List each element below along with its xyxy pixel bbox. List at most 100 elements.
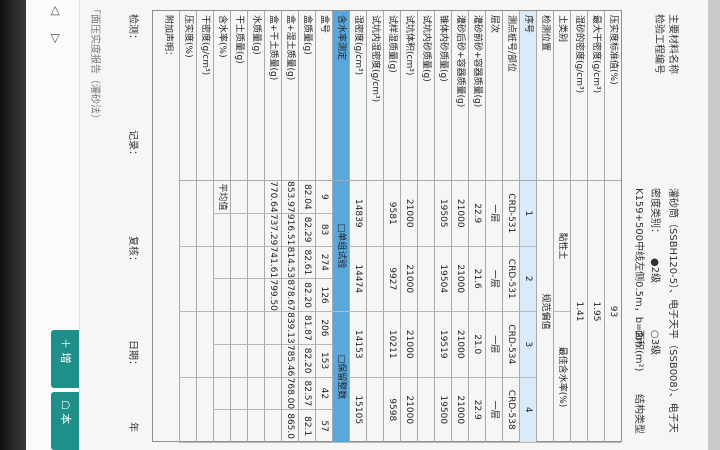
table-cell[interactable]: 9927 [383, 246, 400, 312]
table-cell[interactable]: 4 [519, 377, 536, 443]
table-cell[interactable]: 741.61 [264, 246, 281, 280]
table-cell[interactable] [196, 312, 213, 378]
table-cell[interactable] [247, 181, 264, 214]
table-cell[interactable]: 82.20 [298, 344, 315, 378]
table-cell[interactable] [213, 377, 230, 411]
table-cell[interactable]: 81.87 [298, 312, 315, 345]
table-cell[interactable]: 42 [315, 377, 332, 411]
table-cell[interactable]: 21000 [400, 246, 417, 312]
table-cell[interactable] [417, 181, 434, 247]
table-cell[interactable] [247, 213, 264, 247]
table-cell[interactable]: 770.64 [264, 181, 281, 214]
table-cell[interactable]: 21000 [400, 181, 417, 247]
table-cell[interactable]: CRD-531 [502, 246, 519, 312]
table-cell[interactable]: 1.41 [570, 181, 587, 443]
table-cell[interactable] [213, 344, 230, 378]
table-cell[interactable] [230, 377, 247, 411]
table-cell[interactable]: 最佳含水率(%) [553, 312, 570, 443]
table-cell[interactable] [196, 377, 213, 443]
table-cell[interactable] [417, 312, 434, 378]
table-cell[interactable]: 21000 [400, 377, 417, 443]
table-cell[interactable]: 916.51 [281, 213, 298, 247]
table-cell[interactable] [417, 246, 434, 312]
table-cell[interactable]: 93 [604, 181, 621, 443]
table-cell[interactable] [230, 312, 247, 345]
table-cell[interactable] [179, 312, 196, 378]
table-cell[interactable]: 82.20 [298, 279, 315, 312]
table-cell[interactable]: 2 [519, 246, 536, 312]
table-cell[interactable]: 21000 [400, 312, 417, 378]
table-cell[interactable]: 737.29 [264, 213, 281, 247]
table-cell[interactable]: 一层 [485, 246, 502, 312]
table-cell[interactable] [264, 312, 281, 345]
table-cell[interactable] [230, 246, 247, 280]
table-cell[interactable]: 57 [315, 410, 332, 443]
table-cell[interactable] [366, 181, 383, 247]
table-cell[interactable] [247, 377, 264, 411]
table-cell[interactable] [366, 377, 383, 443]
table-cell[interactable]: 82.57 [298, 377, 315, 411]
table-cell[interactable]: □保留整数 [332, 312, 349, 443]
table-cell[interactable]: 3 [519, 312, 536, 378]
table-cell[interactable]: 1 [519, 181, 536, 247]
table-cell[interactable]: 10211 [383, 312, 400, 378]
table-cell[interactable] [247, 344, 264, 378]
method-option-2[interactable]: ●2级 [649, 258, 664, 283]
table-cell[interactable]: 黏性土 [553, 181, 570, 312]
table-cell[interactable]: 21000 [451, 312, 468, 378]
add-button[interactable]: ＋ 增 [51, 330, 79, 388]
table-cell[interactable] [179, 377, 196, 443]
table-cell[interactable]: 206 [315, 312, 332, 345]
table-cell[interactable]: CRD-531 [502, 181, 519, 247]
table-cell[interactable]: 9598 [383, 377, 400, 443]
table-cell[interactable]: 一层 [485, 312, 502, 378]
table-cell[interactable]: 22.9 [468, 377, 485, 443]
table-cell[interactable]: 22.9 [468, 181, 485, 247]
table-cell[interactable]: 一层 [485, 377, 502, 443]
table-cell[interactable] [213, 246, 230, 280]
table-cell[interactable] [230, 410, 247, 443]
table-cell[interactable] [213, 279, 230, 312]
table-cell[interactable]: 153 [315, 344, 332, 378]
table-cell[interactable]: 839.13 [281, 312, 298, 345]
table-cell[interactable]: 82.1 [298, 410, 315, 443]
table-cell[interactable]: 82.61 [298, 246, 315, 280]
local-button[interactable]: ☖ 本 [51, 392, 79, 450]
table-cell[interactable]: 19519 [434, 312, 451, 378]
table-cell[interactable] [196, 181, 213, 247]
table-cell[interactable] [196, 246, 213, 312]
table-cell[interactable] [230, 279, 247, 312]
table-cell[interactable] [213, 312, 230, 345]
table-cell[interactable]: 9581 [383, 181, 400, 247]
forward-icon[interactable]: ▷ [49, 34, 63, 43]
table-cell[interactable]: 21.0 [468, 312, 485, 378]
table-cell[interactable] [264, 344, 281, 378]
table-cell[interactable]: 14153 [349, 312, 366, 378]
table-cell[interactable]: 21000 [451, 246, 468, 312]
table-cell[interactable]: □单组试验 [332, 181, 349, 312]
table-cell[interactable]: 21000 [451, 181, 468, 247]
table-cell[interactable] [264, 377, 281, 411]
table-cell[interactable] [179, 246, 196, 312]
table-cell[interactable] [366, 312, 383, 378]
table-cell[interactable]: 规范偏值 [536, 181, 553, 443]
table-cell[interactable] [247, 246, 264, 280]
scrollbar-track[interactable] [708, 0, 720, 450]
table-cell[interactable]: 14839 [349, 181, 366, 247]
table-cell[interactable]: 799.50 [264, 279, 281, 312]
table-cell[interactable] [366, 246, 383, 312]
table-cell[interactable] [230, 181, 247, 214]
table-cell[interactable] [247, 279, 264, 312]
table-cell[interactable]: 15105 [349, 377, 366, 443]
table-cell[interactable]: 853.97 [281, 181, 298, 214]
table-cell[interactable] [247, 410, 264, 443]
method-option-3[interactable]: ○3级 [649, 330, 664, 355]
table-cell[interactable]: 19500 [434, 377, 451, 443]
table-cell[interactable] [213, 213, 230, 247]
table-cell[interactable] [264, 410, 281, 443]
table-cell[interactable]: 19504 [434, 246, 451, 312]
table-cell[interactable]: 一层 [485, 181, 502, 247]
table-cell[interactable]: 14474 [349, 246, 366, 312]
table-cell[interactable]: 9 [315, 181, 332, 214]
table-cell[interactable] [247, 312, 264, 345]
